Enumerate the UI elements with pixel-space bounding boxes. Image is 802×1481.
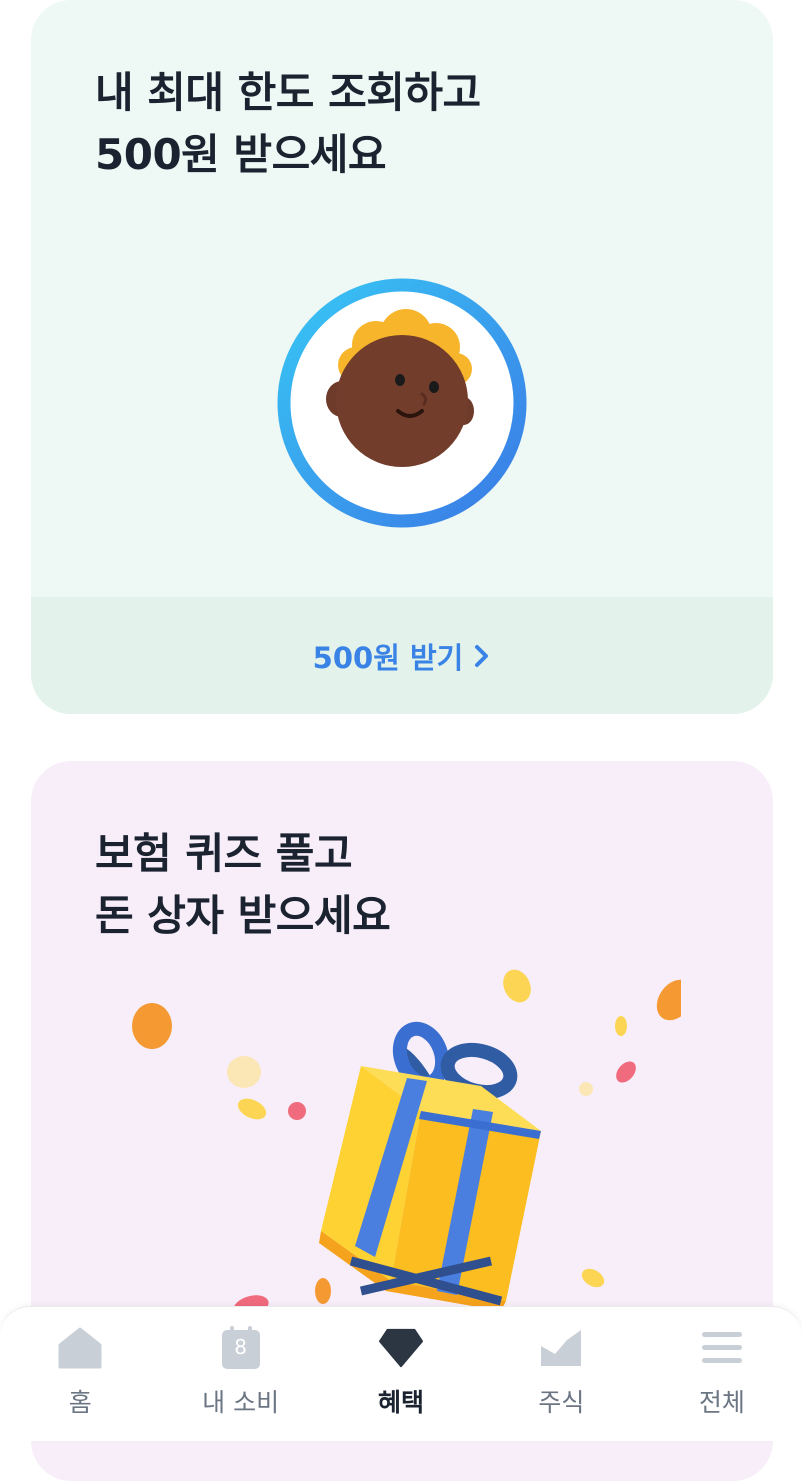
tab-label: 홈 (68, 1388, 92, 1417)
card-title: 내 최대 한도 조회하고 500원 받으세요 (95, 68, 481, 179)
diamond-icon (378, 1325, 424, 1371)
tab-all[interactable]: 전체 (642, 1307, 802, 1441)
card-title: 보험 퀴즈 풀고 돈 상자 받으세요 (95, 829, 391, 940)
home-icon (57, 1325, 103, 1371)
card-footer: 500원 받기 (31, 597, 773, 714)
get-500-won-button[interactable]: 500원 받기 (313, 635, 492, 677)
tab-label: 주식 (538, 1388, 585, 1417)
bottom-tab-bar: 홈 8 내 소비 혜택 주식 전체 (0, 1306, 802, 1441)
tab-benefits[interactable]: 혜택 (321, 1307, 481, 1441)
tab-label: 내 소비 (202, 1388, 280, 1417)
tab-my-spending[interactable]: 8 내 소비 (160, 1307, 320, 1441)
menu-icon (699, 1325, 745, 1371)
tab-stocks[interactable]: 주식 (481, 1307, 641, 1441)
gift-box-illustration (121, 961, 694, 1321)
tab-label: 전체 (698, 1388, 745, 1417)
cta-label: 500원 받기 (312, 640, 464, 675)
tab-home[interactable]: 홈 (0, 1307, 160, 1441)
calendar-icon: 8 (218, 1325, 264, 1371)
calendar-number: 8 (234, 1335, 247, 1359)
chevron-right-icon (475, 644, 489, 667)
tab-label: 혜택 (378, 1388, 425, 1417)
avatar-illustration (276, 277, 528, 529)
chart-icon (538, 1325, 584, 1371)
credit-limit-card[interactable]: 내 최대 한도 조회하고 500원 받으세요 500원 받기 (31, 0, 773, 714)
